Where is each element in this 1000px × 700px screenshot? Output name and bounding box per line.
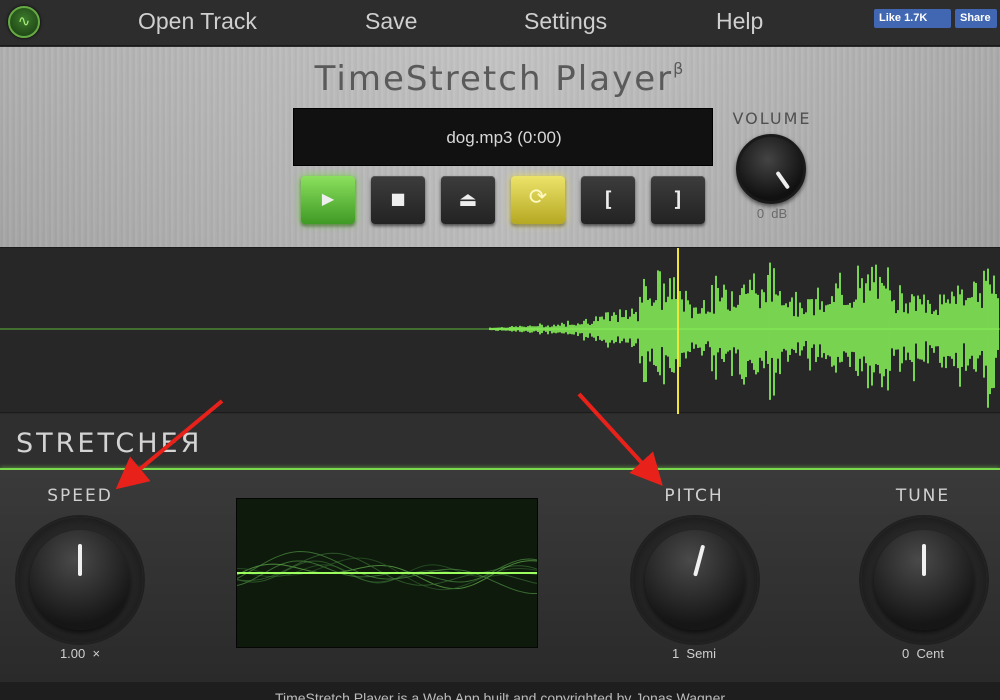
waveform-view[interactable]	[0, 247, 1000, 414]
footer-text: TimeStretch Player is a Web App built an…	[274, 690, 726, 700]
pitch-knob-indicator	[693, 544, 706, 577]
tune-knob[interactable]	[861, 517, 987, 643]
logo-wave-icon: ∿	[17, 12, 31, 30]
speed-knob-indicator	[78, 544, 82, 576]
eject-icon: ⏏	[458, 187, 478, 211]
tune-value: 0 Cent	[902, 646, 944, 661]
top-nav: ∿ Open Track Save Settings Help Like 1.7…	[0, 0, 1000, 46]
loop-button[interactable]: ⟳	[511, 176, 565, 224]
loop-start-button[interactable]: [	[581, 176, 635, 224]
scope-graphic	[236, 550, 538, 594]
volume-knob-indicator	[775, 170, 791, 190]
speed-knob[interactable]	[17, 517, 143, 643]
stretcher-title: STRETCHEЯ	[16, 428, 203, 459]
pitch-value: 1 Semi	[671, 646, 717, 661]
speed-value: 1.00 ×	[59, 646, 101, 661]
track-display: dog.mp3 (0:00)	[293, 108, 713, 166]
tune-label: TUNE	[895, 486, 951, 506]
app-title: TimeStretch Playerβ	[0, 59, 1000, 99]
spectrum-scope	[236, 498, 538, 648]
eject-button[interactable]: ⏏	[441, 176, 495, 224]
beta-mark: β	[673, 58, 686, 78]
player-panel: TimeStretch Playerβ dog.mp3 (0:00) ▶ ■ ⏏…	[0, 47, 1000, 247]
stretcher-panel: STRETCHEЯ SPEED 1.00 × PITCH 1 Semi TUNE…	[0, 414, 1000, 682]
loop-end-button[interactable]: ]	[651, 176, 705, 224]
track-name: dog.mp3 (0:00)	[446, 128, 562, 147]
loop-end-icon: ]	[671, 187, 685, 211]
loop-icon: ⟳	[528, 185, 548, 210]
waveform-samples	[489, 262, 999, 408]
play-button[interactable]: ▶	[301, 176, 355, 224]
footer: TimeStretch Player is a Web App built an…	[0, 682, 1000, 700]
stop-icon: ■	[390, 189, 406, 208]
tune-knob-cap	[874, 530, 974, 630]
pitch-label: PITCH	[664, 486, 724, 506]
nav-settings[interactable]: Settings	[524, 8, 607, 35]
app-title-text: TimeStretch Player	[314, 59, 674, 99]
facebook-share-button[interactable]: Share	[955, 9, 997, 28]
nav-open-track[interactable]: Open Track	[138, 8, 257, 35]
volume-label: VOLUME	[732, 109, 812, 128]
waveform-graphic	[0, 248, 1000, 414]
app-logo[interactable]: ∿	[8, 6, 40, 38]
tune-knob-indicator	[922, 544, 926, 576]
nav-help[interactable]: Help	[716, 8, 763, 35]
pitch-knob[interactable]	[632, 517, 758, 643]
play-icon: ▶	[321, 189, 335, 208]
volume-value: 0 dB	[756, 206, 788, 221]
loop-start-icon: [	[601, 187, 615, 211]
nav-save[interactable]: Save	[365, 8, 417, 35]
pitch-knob-cap	[645, 530, 745, 630]
volume-knob[interactable]	[736, 134, 806, 204]
stop-button[interactable]: ■	[371, 176, 425, 224]
speed-knob-cap	[30, 530, 130, 630]
facebook-like-button[interactable]: Like 1.7K	[874, 9, 951, 28]
speed-label: SPEED	[47, 486, 113, 506]
